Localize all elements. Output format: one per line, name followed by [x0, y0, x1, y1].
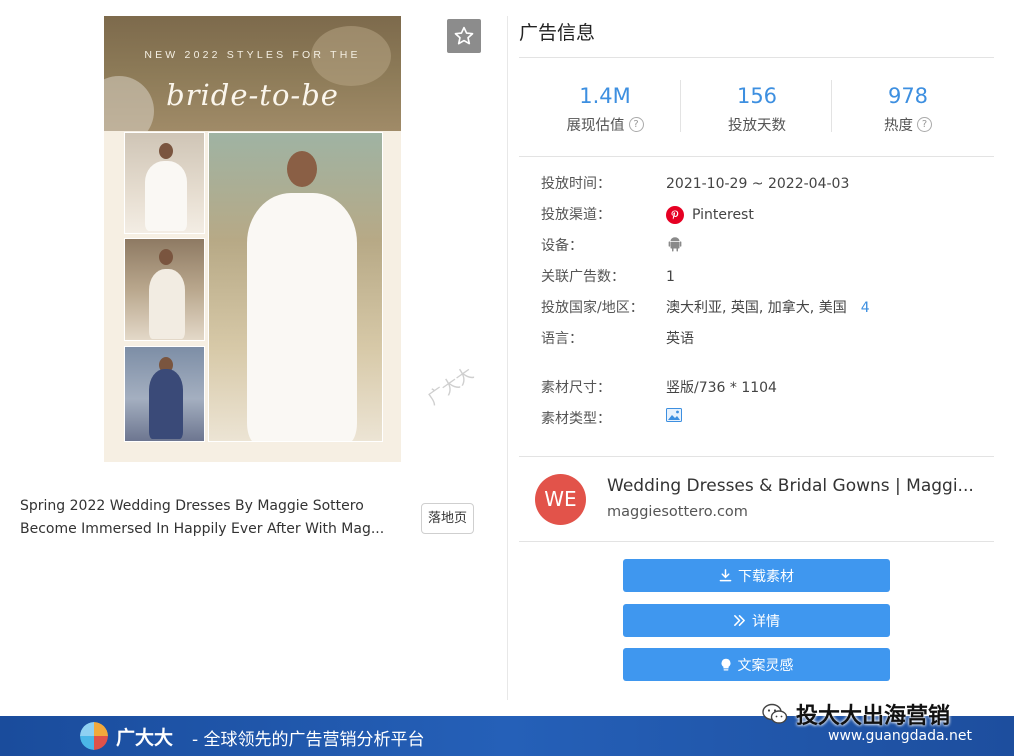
wechat-account-name: 投大大出海营销 [796, 704, 951, 729]
stat-days-label: 投放天数 [728, 118, 786, 134]
info-value: 英语 [666, 331, 694, 347]
info-value: 2021-10-29 ~ 2022-04-03 [666, 176, 850, 192]
pinterest-icon [666, 206, 684, 224]
help-icon[interactable]: ? [917, 117, 932, 132]
wechat-account-tag: 投大大出海营销 [762, 698, 950, 730]
stat-impressions-value: 1.4M [579, 84, 631, 108]
stat-days-value: 156 [736, 84, 778, 108]
stat-days: 156 投放天数 [682, 82, 832, 135]
brand-name: 广大大 [116, 727, 174, 749]
download-icon [719, 569, 732, 582]
info-value: 竖版/736 * 1104 [666, 380, 777, 396]
copy-inspiration-button[interactable]: 文案灵感 [623, 648, 890, 681]
divider [519, 57, 994, 58]
advertiser-domain: maggiesottero.com [607, 504, 748, 520]
info-label: 投放国家/地区： [541, 300, 644, 316]
advertiser-name[interactable]: Wedding Dresses & Bridal Gowns | Maggi..… [607, 476, 977, 496]
android-icon [668, 237, 682, 252]
stat-heat-label: 热度 [884, 118, 913, 134]
stat-impressions-label: 展现估值 [566, 118, 625, 134]
download-material-button[interactable]: 下载素材 [623, 559, 890, 592]
watermark-text: 广大大 [424, 363, 478, 410]
star-outline-icon [454, 26, 474, 45]
info-label: 素材尺寸： [541, 380, 611, 396]
divider [519, 541, 994, 542]
advertiser-card[interactable]: WE Wedding Dresses & Bridal Gowns | Magg… [519, 456, 994, 542]
bride-photo-main [208, 132, 383, 442]
stat-heat-value: 978 [887, 84, 929, 108]
brand-url: www.guangdada.net [828, 728, 972, 744]
info-label: 素材类型： [541, 411, 611, 427]
ad-copy-line-1: Spring 2022 Wedding Dresses By Maggie So… [20, 498, 364, 514]
divider [519, 156, 994, 157]
info-label: 投放渠道： [541, 207, 611, 223]
info-label: 设备： [541, 238, 583, 254]
landing-page-button[interactable]: 落地页 [421, 503, 474, 534]
info-label: 语言： [541, 331, 583, 347]
bride-photo-1 [124, 132, 205, 234]
lightbulb-icon [721, 658, 730, 670]
help-icon[interactable]: ? [628, 117, 644, 132]
info-label: 关联广告数： [541, 269, 625, 285]
stat-divider [831, 80, 832, 132]
country-list: 澳大利亚, 英国, 加拿大, 美国 [666, 300, 847, 316]
details-label: 详情 [752, 613, 780, 630]
favorite-button[interactable] [447, 19, 481, 53]
bride-photo-3 [124, 346, 205, 442]
image-icon [666, 408, 682, 422]
bride-photo-2 [124, 238, 205, 341]
ad-creative-image[interactable]: NEW 2022 STYLES FOR THE bride-to-be [104, 16, 401, 462]
creative-kicker-text: NEW 2022 STYLES FOR THE [144, 49, 361, 61]
avatar: WE [535, 474, 586, 525]
ad-copy-text: Spring 2022 Wedding Dresses By Maggie So… [20, 495, 405, 541]
download-material-label: 下载素材 [738, 568, 794, 585]
channel-name: Pinterest [692, 207, 754, 223]
info-value: 1 [666, 269, 675, 285]
double-chevron-right-icon [734, 615, 745, 626]
stat-heat: 978 热度? [833, 82, 983, 135]
copy-inspiration-label: 文案灵感 [737, 657, 794, 674]
column-divider [507, 16, 508, 700]
country-count-link[interactable]: 4 [861, 297, 870, 319]
brand-logo-icon [80, 722, 108, 750]
creative-headline-text: bride-to-be [166, 78, 339, 112]
stat-impressions: 1.4M 展现估值? [530, 82, 680, 135]
stat-divider [680, 80, 681, 132]
info-label: 投放时间： [541, 176, 611, 192]
ad-copy-line-2: Become Immersed In Happily Ever After Wi… [20, 521, 385, 537]
panel-title: 广告信息 [519, 22, 596, 44]
brand-slogan: - 全球领先的广告营销分析平台 [192, 730, 425, 750]
wechat-icon [762, 703, 788, 724]
details-button[interactable]: 详情 [623, 604, 890, 637]
